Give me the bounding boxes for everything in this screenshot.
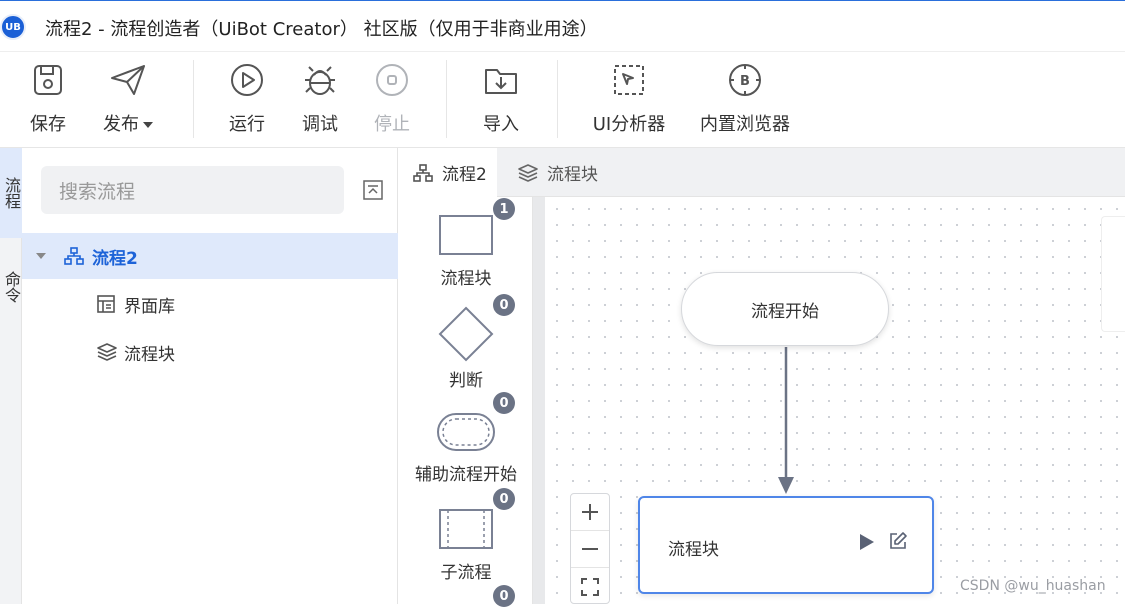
tab-flow2[interactable]: 流程2 [399,148,497,197]
component-palette: 流程块 1 判断 0 辅助流程开始 0 子流程 0 0 [399,197,533,607]
palette-item-aux-start[interactable]: 辅助流程开始 0 [399,392,533,485]
ui-analyzer-label: UI分析器 [592,114,666,135]
diamond-shape-icon [438,306,494,362]
count-badge: 0 [493,488,515,510]
stop-circle-icon [374,62,410,98]
browser-icon: B [727,62,763,98]
run-button[interactable]: 运行 [207,62,287,136]
flowchart-icon [413,163,433,182]
subprocess-shape-icon [439,509,493,549]
tree-item-flow2[interactable]: 流程2 [22,233,398,279]
search-input[interactable]: 搜索流程 [41,166,344,214]
save-label: 保存 [30,114,66,135]
play-icon[interactable] [858,532,876,552]
import-folder-icon [483,62,519,98]
send-icon [110,62,146,98]
palette-item-decision[interactable]: 判断 0 [399,294,533,391]
count-badge: 1 [493,198,515,220]
toolbar-divider [557,60,558,138]
fit-view-button[interactable] [571,568,609,605]
title-bar: UB 流程2 - 流程创造者（UiBot Creator） 社区版（仅用于非商业… [0,0,1125,52]
zoom-in-button[interactable] [571,494,609,531]
bug-icon [302,62,338,98]
debug-label: 调试 [302,114,338,135]
count-badge: 0 [493,392,515,414]
toolbar-divider [446,60,447,138]
publish-label: 发布 [103,110,153,136]
publish-text: 发布 [103,114,139,135]
toolbar: 保存 发布 运行 调试 停止 导入 UI分析器 B 内置浏览器 [0,52,1125,148]
flow-canvas[interactable]: 流程开始 流程块 [545,197,1125,604]
tree-item-ui-library[interactable]: 界面库 [22,281,398,327]
stadium-shape-icon [437,413,495,451]
editor-tabs: 流程2 流程块 [399,148,1125,197]
flow-block-node[interactable]: 流程块 [638,496,934,594]
layers-icon [96,342,118,362]
flowchart-icon [64,247,84,265]
zoom-controls [570,493,610,604]
palette-item-label: 流程块 [440,269,492,289]
tree-item-label: 界面库 [124,296,175,317]
element-picker-icon [611,62,647,98]
tree-item-label: 流程块 [124,344,175,365]
stop-label: 停止 [374,114,410,135]
builtin-browser-button[interactable]: B 内置浏览器 [700,62,790,136]
edit-icon[interactable] [888,531,908,551]
layers-icon [517,163,539,183]
watermark: CSDN @wu_huashan [960,578,1106,594]
flow-sidebar: 搜索流程 流程2 界面库 流程块 [22,148,398,604]
import-button[interactable]: 导入 [461,62,541,136]
save-icon [30,62,66,98]
flow-block-node-label: 流程块 [668,540,719,560]
side-tab-command[interactable]: 命令 [0,260,22,314]
palette-item-subflow[interactable]: 子流程 0 [399,488,533,583]
palette-item-label: 子流程 [440,563,492,583]
start-node[interactable]: 流程开始 [681,272,889,346]
side-tab-flow[interactable]: 流程 [0,148,22,238]
collapse-all-icon[interactable] [363,180,383,200]
tab-label: 流程2 [442,165,487,185]
side-tab-strip: 流程 命令 [0,148,22,604]
tab-flow-block[interactable]: 流程块 [517,148,627,197]
toolbar-divider [193,60,194,138]
import-label: 导入 [483,114,519,135]
ui-library-icon [96,294,116,314]
fullscreen-icon [581,577,599,596]
property-panel-edge[interactable] [1101,216,1125,332]
tree-item-label: 流程2 [92,248,138,269]
builtin-browser-label: 内置浏览器 [700,114,790,135]
palette-item-flow-block[interactable]: 流程块 1 [399,198,533,289]
debug-button[interactable]: 调试 [280,62,360,136]
window-title: 流程2 - 流程创造者（UiBot Creator） 社区版（仅用于非商业用途） [45,19,598,40]
play-circle-icon [229,62,265,98]
publish-button[interactable]: 发布 [88,62,168,136]
tree-item-flow-block[interactable]: 流程块 [22,329,398,375]
save-button[interactable]: 保存 [8,62,88,136]
stop-button[interactable]: 停止 [352,62,432,136]
count-badge: 0 [493,294,515,316]
palette-scrollbar[interactable] [533,197,545,604]
caret-down-icon[interactable] [36,253,46,259]
svg-text:B: B [740,74,750,89]
tab-label: 流程块 [547,165,598,185]
palette-item-label: 判断 [449,371,483,391]
minus-icon [582,548,598,550]
chevron-down-icon [143,122,153,128]
rectangle-shape-icon [439,215,493,255]
run-label: 运行 [229,114,265,135]
palette-item-label: 辅助流程开始 [415,465,517,485]
app-logo-icon: UB [0,14,26,40]
ui-analyzer-button[interactable]: UI分析器 [589,62,669,136]
plus-icon [582,504,598,520]
zoom-out-button[interactable] [571,531,609,568]
